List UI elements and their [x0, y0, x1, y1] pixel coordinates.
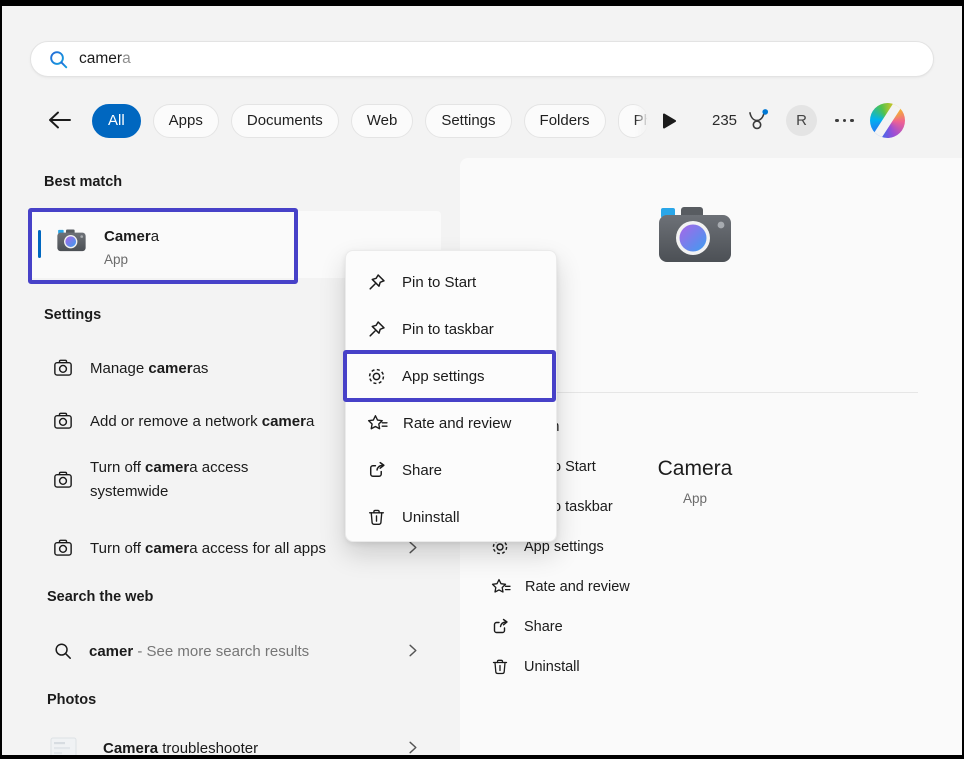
camera-outline-icon [52, 469, 74, 491]
menu-rate-review[interactable]: Rate and review [346, 400, 556, 447]
share-icon [366, 460, 387, 481]
settings-result-manage-cameras[interactable]: Manage cameras [52, 348, 208, 388]
action-uninstall[interactable]: Uninstall [490, 647, 580, 687]
tab-all[interactable]: All [92, 104, 141, 138]
rate-star-icon [490, 577, 511, 597]
settings-result-network-camera[interactable]: Add or remove a network camera [52, 401, 314, 441]
search-suggestion: a [122, 50, 131, 67]
search-icon [53, 641, 73, 661]
menu-pin-to-start[interactable]: Pin to Start [346, 259, 556, 306]
action-share[interactable]: Share [490, 607, 563, 647]
tab-folders[interactable]: Folders [524, 104, 606, 138]
chevron-right-icon [404, 642, 421, 659]
user-avatar[interactable]: R [786, 105, 817, 136]
settings-result-camera-access-all-apps[interactable]: Turn off camera access for all apps [52, 528, 326, 568]
tab-settings[interactable]: Settings [425, 104, 511, 138]
photos-section-header: Photos [47, 692, 96, 708]
pin-icon [366, 319, 387, 340]
topbar-right-cluster: 235 R [712, 103, 905, 138]
web-section-header: Search the web [47, 589, 153, 605]
settings-section-header: Settings [44, 307, 101, 323]
more-options-icon[interactable] [835, 119, 854, 123]
camera-app-icon-large [653, 202, 737, 268]
chevron-right-icon [404, 739, 421, 756]
menu-pin-to-taskbar[interactable]: Pin to taskbar [346, 306, 556, 353]
trash-icon [490, 657, 510, 677]
back-button[interactable] [46, 108, 73, 132]
copilot-icon[interactable] [870, 103, 905, 138]
camera-outline-icon [52, 410, 74, 432]
menu-uninstall[interactable]: Uninstall [346, 494, 556, 541]
windows-search-flyout: camera All Apps Documents Web Settings F… [0, 0, 964, 759]
camera-outline-icon [52, 537, 74, 559]
window-frame-left [0, 0, 2, 759]
annotation-box-best-match [28, 208, 298, 284]
share-icon [490, 617, 510, 637]
menu-share[interactable]: Share [346, 447, 556, 494]
web-search-result[interactable]: camer - See more search results [53, 631, 309, 671]
window-frame-top [0, 0, 964, 6]
search-icon [48, 49, 69, 70]
settings-result-camera-access-systemwide[interactable]: Turn off camera access systemwide [52, 452, 272, 508]
rate-star-icon [366, 413, 388, 434]
pin-icon [366, 272, 387, 293]
action-rate-review[interactable]: Rate and review [490, 567, 630, 607]
search-query: camera [79, 50, 131, 68]
tab-photos-clipped[interactable]: Ph [618, 104, 648, 138]
annotation-box-app-settings [343, 350, 556, 402]
rewards-points[interactable]: 235 [712, 112, 737, 129]
window-frame-bottom [0, 755, 964, 759]
trash-icon [366, 507, 387, 528]
tab-documents[interactable]: Documents [231, 104, 339, 138]
best-match-header: Best match [44, 174, 122, 190]
tab-apps[interactable]: Apps [153, 104, 219, 138]
rewards-icon[interactable] [745, 108, 769, 134]
search-input[interactable]: camera [30, 41, 934, 77]
camera-outline-icon [52, 357, 74, 379]
tabs-scroll-right-icon[interactable] [660, 111, 678, 131]
tab-web[interactable]: Web [351, 104, 414, 138]
filter-tabs: All Apps Documents Web Settings Folders … [80, 103, 678, 138]
